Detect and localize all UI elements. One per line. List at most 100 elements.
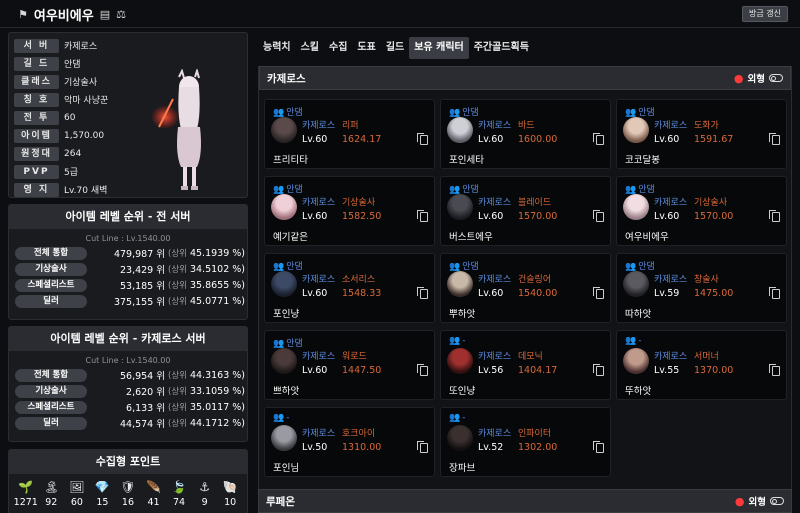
profile-value: Lv.70 새벽 [64, 186, 108, 196]
copy-icon[interactable] [593, 133, 604, 145]
collection-item[interactable]: 🏝 92 [39, 480, 63, 508]
class-name: 소서리스 [342, 275, 376, 285]
copy-icon[interactable] [593, 210, 604, 222]
character-card[interactable]: 👥 - 카제로스 호크아이 Lv.50 1310.00 포인님 [264, 407, 435, 477]
class-name: 블레이드 [518, 198, 552, 208]
copy-icon[interactable] [417, 133, 428, 145]
tab-3[interactable]: 도표 [352, 37, 380, 59]
character-card[interactable]: 👥 - 카제로스 서머너 Lv.55 1370.00 뚜하앗 [616, 330, 787, 400]
copy-icon[interactable] [769, 287, 780, 299]
server-name: 카제로스 [302, 429, 336, 439]
class-name: 바드 [518, 121, 535, 131]
character-card[interactable]: 👥 안댐 카제로스 도화가 Lv.60 1591.67 코코달봉 [616, 99, 787, 169]
tab-0[interactable]: 능력치 [258, 37, 296, 59]
character-card[interactable]: 👥 안댐 카제로스 창술사 Lv.59 1475.00 따하앗 [616, 253, 787, 323]
copy-icon[interactable] [417, 364, 428, 376]
character-name: 포인세타 [449, 155, 484, 166]
character-card[interactable]: 👥 안댐 카제로스 기상술사 Lv.60 1582.50 예기같은 [264, 176, 435, 246]
tab-4[interactable]: 길드 [381, 37, 409, 59]
server-header: 카제로스 ● 외형 [259, 66, 791, 90]
character-card[interactable]: 👥 - 카제로스 데모닉 Lv.56 1404.17 또인냥 [440, 330, 611, 400]
collection-item[interactable]: ⚓ 9 [193, 480, 217, 508]
rank-percent: 44.3163 %) [189, 369, 246, 381]
character-level: Lv.60 [302, 211, 328, 222]
character-name: 여우비에우 [625, 232, 669, 243]
collection-item[interactable]: 🪶 41 [142, 480, 166, 508]
character-name: 뿌하앗 [449, 309, 476, 320]
tab-5[interactable]: 보유 캐릭터 [409, 37, 469, 59]
guild-name: 안댐 [638, 185, 655, 195]
guild-name: 안댐 [462, 262, 479, 272]
copy-icon[interactable] [417, 287, 428, 299]
character-card[interactable]: 👥 안댐 카제로스 건슬링어 Lv.60 1540.00 뿌하앗 [440, 253, 611, 323]
character-card[interactable]: 👥 안댐 카제로스 바드 Lv.60 1600.00 포인세타 [440, 99, 611, 169]
rank-percent: 34.5102 %) [189, 263, 246, 275]
character-card[interactable]: 👥 - 카제로스 인파이터 Lv.52 1302.00 장파브 [440, 407, 611, 477]
item-level: 1447.50 [342, 365, 382, 376]
class-name: 기상술사 [342, 198, 376, 208]
copy-icon[interactable] [769, 364, 780, 376]
character-card[interactable]: 👥 안댐 카제로스 리퍼 Lv.60 1624.17 프리티타 [264, 99, 435, 169]
rank-number: 53,185 위 [119, 281, 165, 292]
character-card[interactable]: 👥 안댐 카제로스 소서리스 Lv.60 1548.33 포인냥 [264, 253, 435, 323]
profile-value: 악마 사냥꾼 [64, 96, 109, 106]
copy-icon[interactable] [593, 364, 604, 376]
character-card[interactable]: 👥 안댐 카제로스 기상술사 Lv.60 1570.00 여우비에우 [616, 176, 787, 246]
rank-all-title: 아이템 레벨 순위 - 전 서버 [9, 205, 247, 229]
copy-icon[interactable] [417, 210, 428, 222]
server-name: 카제로스 [478, 121, 512, 131]
bookmark-icon[interactable]: ⚑ [18, 8, 28, 21]
users-icon: 👥 [273, 413, 285, 423]
character-name: 여우비에우 [33, 9, 94, 24]
collection-item[interactable]: 🛡 16 [116, 480, 140, 508]
rank-upper-label: (상위 [168, 387, 187, 397]
rank-row: 스페셜리스트 53,185 위 (상위 35.8655 %) [15, 277, 247, 293]
scale-icon[interactable]: ⚖ [116, 8, 126, 21]
copy-icon[interactable] [769, 210, 780, 222]
item-level: 1600.00 [518, 134, 558, 145]
character-avatar-image [151, 69, 201, 190]
copy-icon[interactable] [593, 441, 604, 453]
tab-1[interactable]: 스킬 [296, 37, 324, 59]
toggle-switch-icon[interactable] [770, 497, 784, 505]
rank-number: 23,429 위 [119, 265, 165, 276]
rank-row: 기상술사 23,429 위 (상위 34.5102 %) [15, 261, 247, 277]
copy-icon[interactable] [417, 441, 428, 453]
collection-item[interactable]: 🐚 10 [218, 480, 242, 508]
collection-item[interactable]: 🖼 60 [65, 480, 89, 508]
character-portrait [447, 194, 473, 220]
profile-label: 영 지 [14, 182, 59, 197]
collection-item[interactable]: 🌱 1271 [14, 480, 38, 508]
toggle-switch-icon[interactable] [769, 74, 783, 82]
copy-icon[interactable] [593, 287, 604, 299]
server-name: 카제로스 [654, 121, 688, 131]
rank-percent: 35.8655 %) [189, 279, 246, 291]
rank-number: 44,574 위 [119, 419, 165, 430]
collection-item[interactable]: 🍃 74 [167, 480, 191, 508]
character-portrait [623, 271, 649, 297]
character-portrait [271, 425, 297, 451]
copy-icon[interactable] [769, 133, 780, 145]
orpheus-star-icon: 🪶 [146, 480, 161, 494]
rank-upper-label: (상위 [168, 281, 187, 291]
appearance-toggle[interactable]: ● 외형 [734, 71, 783, 85]
collection-value: 10 [224, 497, 237, 508]
profile-panel: 서 버 카제로스 길 드 안댐 클래스 기상술사 칭 호 악마 사냥꾼 전 투 60 아이템 1,57… [8, 32, 248, 198]
character-card[interactable]: 👥 안댐 카제로스 워로드 Lv.60 1447.50 쁘하앗 [264, 330, 435, 400]
appearance-toggle[interactable]: ● 외형 [735, 494, 784, 508]
character-name: 코코달봉 [625, 155, 660, 166]
tab-2[interactable]: 수집 [324, 37, 352, 59]
server-name: 카제로스 [654, 352, 688, 362]
rank-number: 6,133 위 [126, 403, 165, 414]
character-card[interactable]: 👥 안댐 카제로스 블레이드 Lv.60 1570.00 버스트에우 [440, 176, 611, 246]
guild-name: - [638, 336, 642, 346]
profile-row: 원정대 264 [14, 146, 81, 161]
island-heart-icon: 🏝 [43, 480, 59, 494]
rank-row: 딜러 44,574 위 (상위 44.1712 %) [15, 415, 247, 431]
refresh-button[interactable]: 방금 갱신 [742, 6, 788, 22]
rank-category-label: 전체 통합 [15, 368, 87, 382]
collection-item[interactable]: 💎 15 [90, 480, 114, 508]
collection-value: 60 [70, 497, 83, 508]
tab-6[interactable]: 주간골드획득 [469, 37, 534, 59]
id-card-icon[interactable]: ▤ [100, 8, 110, 21]
